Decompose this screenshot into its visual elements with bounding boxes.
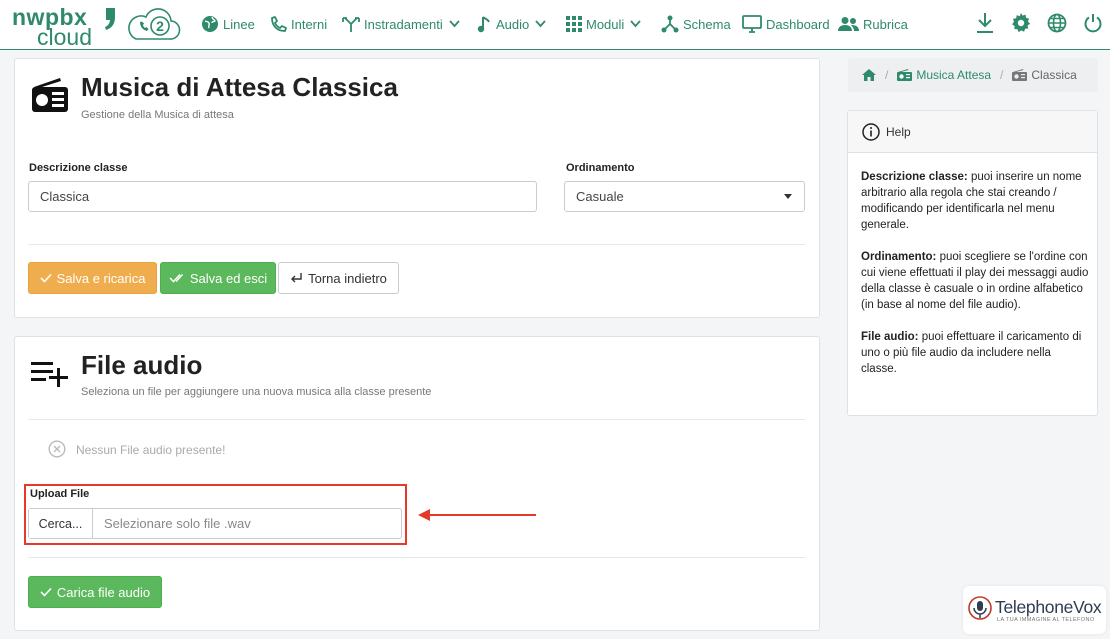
- monitor-icon: [742, 15, 762, 33]
- nav-label: Audio: [496, 16, 530, 32]
- help-item-description: Descrizione classe: puoi inserire un nom…: [861, 169, 1089, 233]
- playlist-add-icon: [31, 362, 68, 387]
- check-icon: [39, 273, 52, 283]
- help-item-ordering: Ordinamento: puoi scegliere se l'ordine …: [861, 249, 1089, 313]
- page-subtitle: Gestione della Musica di attesa: [81, 109, 234, 121]
- gear-icon[interactable]: [1011, 12, 1031, 34]
- info-icon: [862, 122, 880, 141]
- watermark-tagline: LA TUA IMMAGINE AL TELEFONO: [997, 617, 1095, 623]
- telephonevox-watermark: TelephoneVox LA TUA IMMAGINE AL TELEFONO: [963, 586, 1106, 634]
- nav-label: Linee: [223, 16, 255, 32]
- caret-down-icon: [784, 194, 792, 199]
- button-label: Salva ed esci: [189, 270, 268, 286]
- save-exit-button[interactable]: Salva ed esci: [160, 262, 276, 294]
- nav-label: Dashboard: [766, 16, 830, 32]
- page-title: Musica di Attesa Classica: [81, 72, 398, 102]
- chevron-down-icon: [535, 20, 546, 28]
- logo-text-cloud: cloud: [37, 24, 92, 50]
- breadcrumb-parent[interactable]: Musica Attesa: [897, 68, 991, 82]
- nav-interni[interactable]: Interni: [270, 0, 327, 48]
- nav-rubrica[interactable]: Rubrica: [838, 0, 908, 48]
- description-label: Descrizione classe: [29, 162, 128, 174]
- divider: [28, 419, 805, 420]
- ordering-select[interactable]: Casuale: [564, 181, 805, 212]
- button-label: Salva e ricarica: [56, 270, 146, 286]
- button-label: Carica file audio: [56, 584, 151, 600]
- globe-icon: [202, 16, 218, 32]
- schema-icon: [661, 15, 679, 33]
- radio-icon: [32, 78, 68, 112]
- help-item-audio: File audio: puoi effettuare il caricamen…: [861, 329, 1089, 377]
- breadcrumb-current-label: Classica: [1031, 68, 1077, 82]
- nav-schema[interactable]: Schema: [661, 0, 731, 48]
- globe-icon[interactable]: [1047, 12, 1067, 34]
- radio-icon: [897, 69, 913, 81]
- save-reload-button[interactable]: Salva e ricarica: [28, 262, 157, 294]
- help-term: File audio:: [861, 331, 919, 343]
- breadcrumb: / Musica Attesa / Classica: [848, 58, 1098, 92]
- circle-x-icon: [48, 440, 66, 458]
- breadcrumb-current: Classica: [1012, 68, 1077, 82]
- help-body: Descrizione classe: puoi inserire un nom…: [861, 169, 1089, 393]
- nav-label: Interni: [291, 16, 328, 32]
- routing-icon: [342, 17, 360, 32]
- back-button[interactable]: Torna indietro: [278, 262, 399, 294]
- nav-label: Moduli: [586, 16, 625, 32]
- upload-highlight-box: [24, 484, 407, 545]
- logo-badge: 2: [156, 18, 164, 34]
- help-term: Ordinamento:: [861, 251, 937, 263]
- cloud-phone-icon: 2: [128, 8, 181, 40]
- watermark-name: TelephoneVox: [995, 597, 1102, 617]
- contacts-icon: [838, 17, 859, 31]
- divider: [28, 557, 805, 558]
- microphone-logo-icon: [968, 596, 992, 620]
- upload-audio-button[interactable]: Carica file audio: [28, 576, 162, 608]
- return-arrow-icon: [291, 273, 302, 283]
- radio-icon: [1012, 69, 1028, 81]
- audio-section-subtitle: Seleziona un file per aggiungere una nuo…: [81, 386, 432, 398]
- chevron-down-icon: [449, 20, 460, 28]
- nav-moduli[interactable]: Moduli: [566, 0, 641, 48]
- chevron-down-icon: [630, 20, 641, 28]
- grid-icon: [566, 16, 582, 32]
- audio-section-title: File audio: [81, 350, 203, 380]
- top-navbar: nwpbx cloud 2 Linee Interni Instradament…: [0, 0, 1110, 50]
- power-icon[interactable]: [1084, 12, 1102, 34]
- logo-comma-icon: [105, 8, 115, 30]
- description-input[interactable]: Classica: [28, 181, 537, 212]
- nav-dashboard[interactable]: Dashboard: [742, 0, 830, 48]
- download-icon[interactable]: [976, 12, 994, 34]
- nwpbx-logo[interactable]: nwpbx cloud 2: [12, 4, 187, 50]
- breadcrumb-separator: /: [885, 68, 889, 82]
- divider: [28, 244, 805, 245]
- nav-label: Rubrica: [863, 16, 908, 32]
- button-label: Torna indietro: [308, 270, 387, 286]
- help-panel: Help Descrizione classe: puoi inserire u…: [847, 110, 1098, 416]
- ordering-label: Ordinamento: [566, 162, 635, 174]
- breadcrumb-parent-label: Musica Attesa: [916, 68, 992, 82]
- nav-linee[interactable]: Linee: [201, 0, 255, 48]
- help-title: Help: [886, 124, 911, 139]
- nav-label: Schema: [683, 16, 731, 32]
- nav-audio[interactable]: Audio: [476, 0, 546, 48]
- nav-label: Instradamenti: [364, 16, 443, 32]
- music-note-icon: [477, 16, 490, 33]
- ordering-value: Casuale: [576, 189, 624, 204]
- double-check-icon: [169, 273, 183, 283]
- breadcrumb-separator: /: [1000, 68, 1004, 82]
- empty-message: Nessun File audio presente!: [76, 443, 226, 457]
- nav-instradamenti[interactable]: Instradamenti: [342, 0, 460, 48]
- help-header: Help: [848, 111, 1097, 153]
- help-term: Descrizione classe:: [861, 171, 968, 183]
- description-value: Classica: [40, 189, 90, 204]
- home-icon[interactable]: [862, 69, 876, 81]
- check-icon: [40, 587, 52, 597]
- phone-icon: [271, 15, 287, 32]
- pointer-arrow-icon: [418, 509, 536, 521]
